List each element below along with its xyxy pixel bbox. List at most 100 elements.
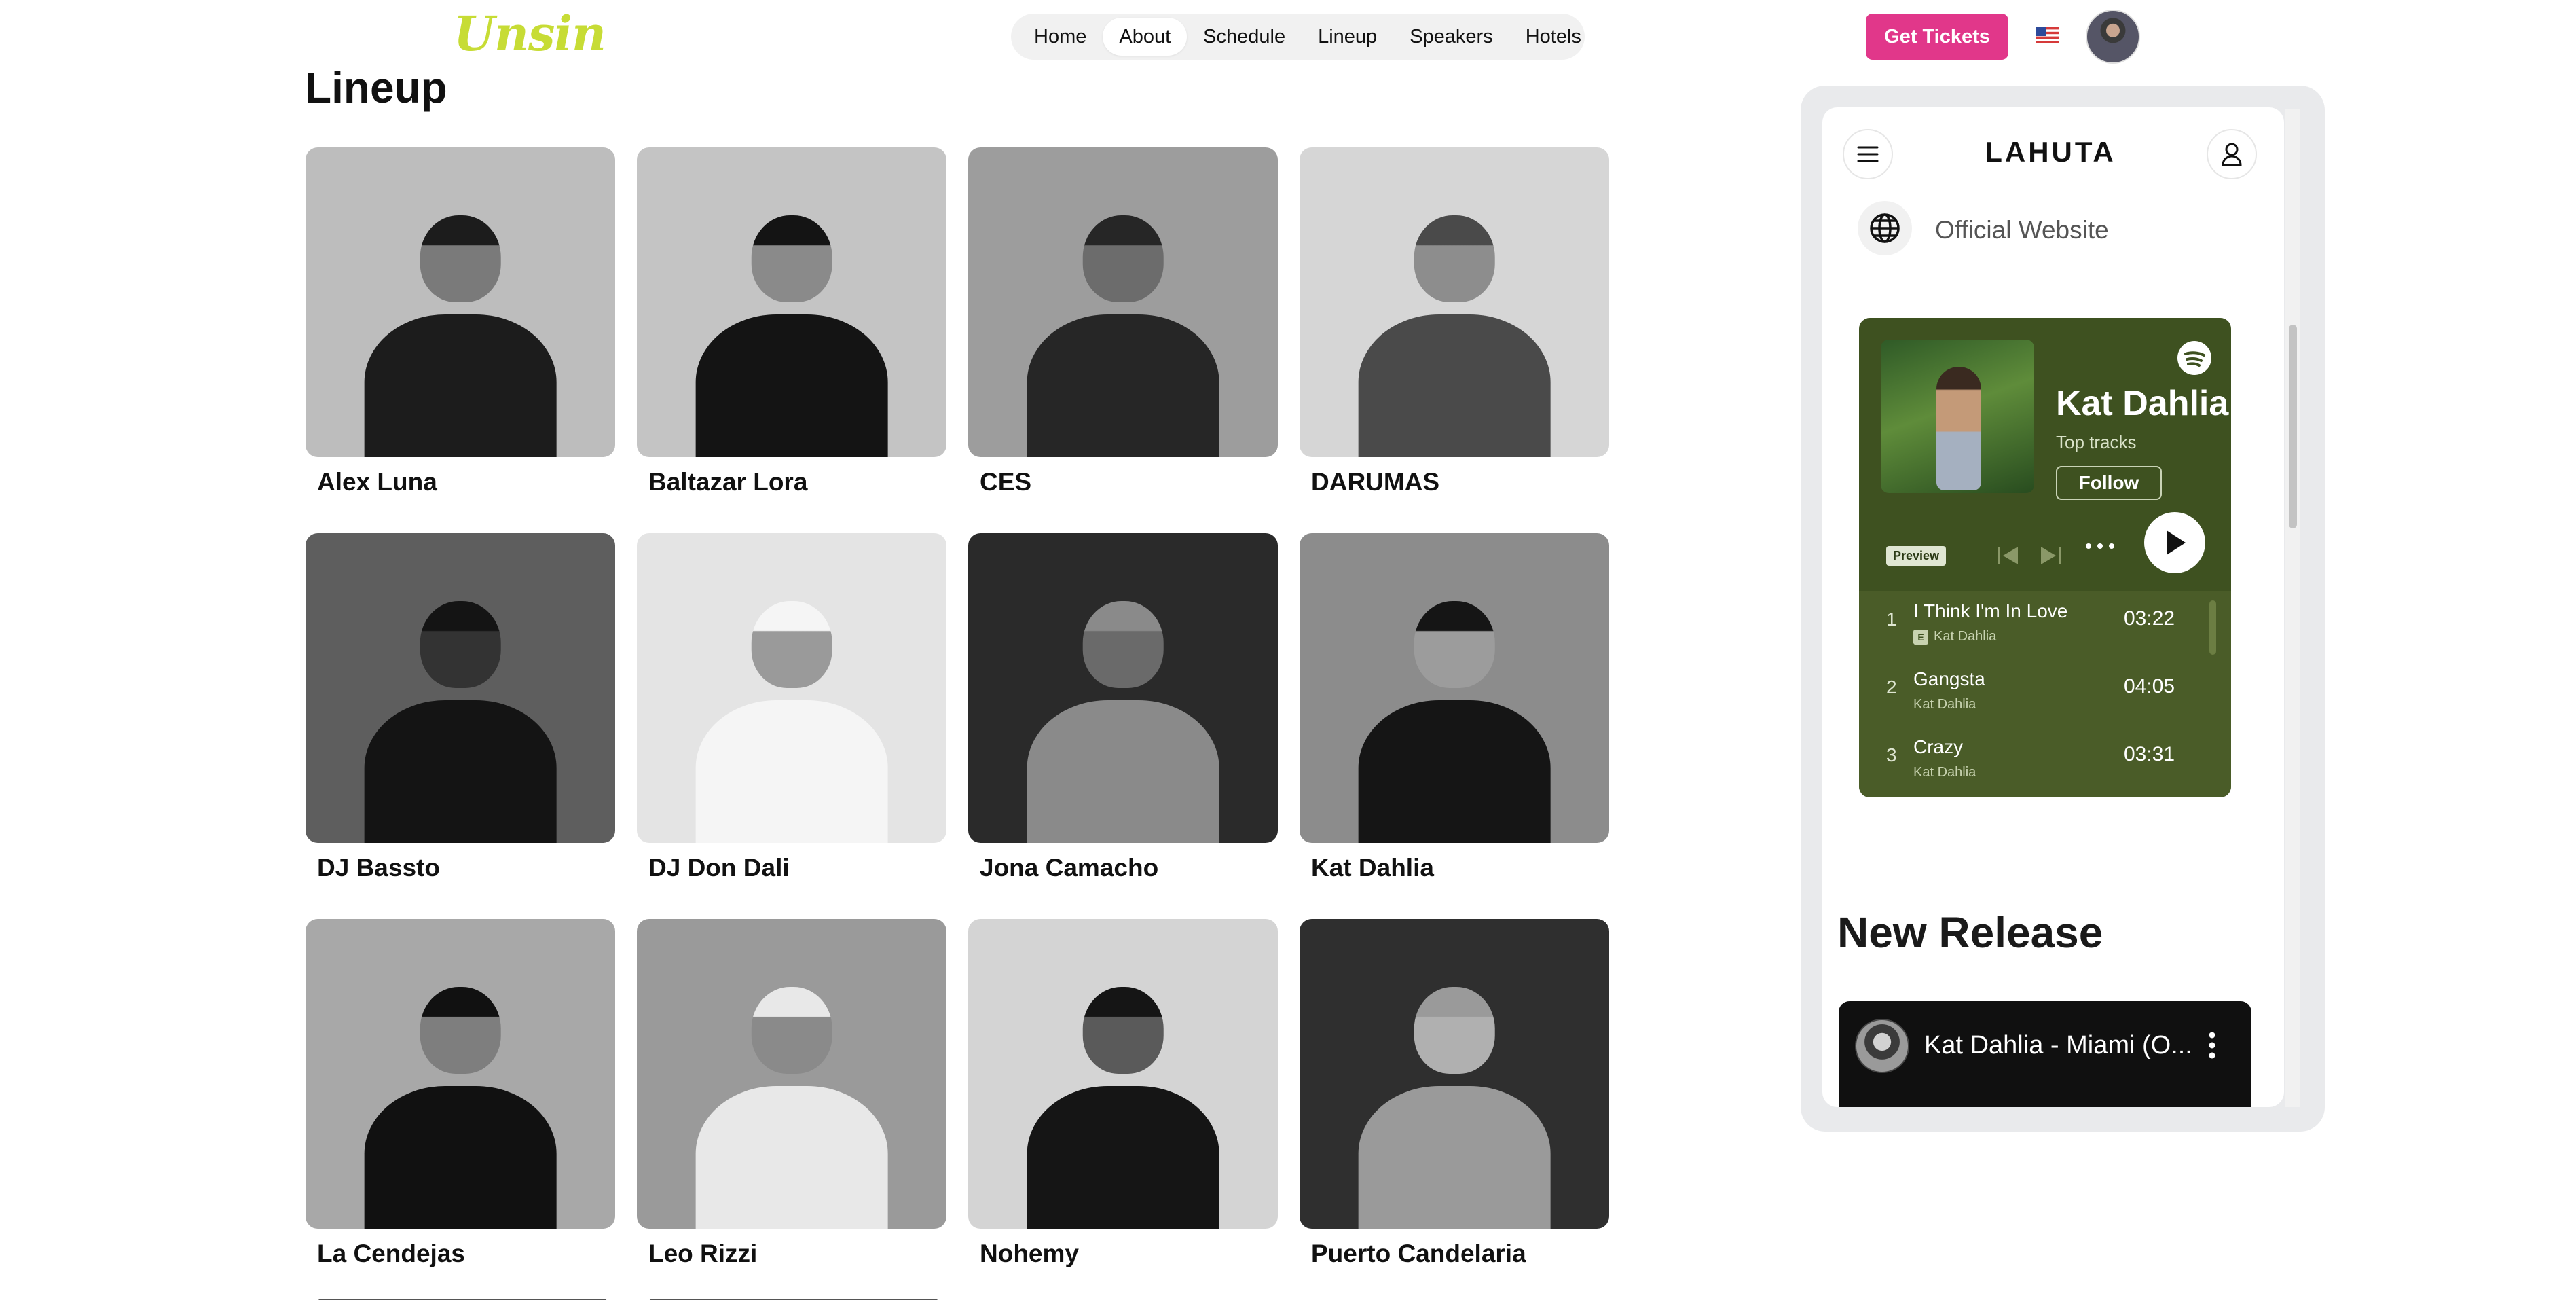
track-title: I Think I'm In Love <box>1913 600 2068 621</box>
artist-figure <box>364 314 557 457</box>
artist-card[interactable]: Leo Rizzi <box>637 919 946 1300</box>
artist-head <box>751 987 832 1074</box>
nav-lineup[interactable]: Lineup <box>1302 18 1393 56</box>
artist-card[interactable]: CES <box>968 147 1278 533</box>
official-website-link[interactable]: Official Website <box>1935 216 2109 245</box>
main-nav: Home About Schedule Lineup Speakers Hote… <box>1011 14 1585 60</box>
youtube-embed[interactable]: Kat Dahlia - Miami (O... <box>1839 1001 2251 1107</box>
track-title: Crazy <box>1913 736 1964 757</box>
artist-name[interactable]: DJ Don Dali <box>637 854 946 882</box>
artist-name[interactable]: Baltazar Lora <box>637 468 946 496</box>
track-number: 2 <box>1886 676 1897 698</box>
nav-schedule[interactable]: Schedule <box>1187 18 1302 56</box>
track-row[interactable]: 2 Gangsta Kat Dahlia 04:05 <box>1859 662 2231 727</box>
artist-head <box>1082 215 1164 302</box>
artist-photo[interactable] <box>306 147 615 457</box>
artist-card[interactable]: Puerto Candelaria <box>1300 919 1609 1300</box>
user-avatar[interactable] <box>2086 10 2140 64</box>
artist-photo[interactable] <box>968 533 1278 843</box>
next-track-icon[interactable] <box>2040 545 2063 566</box>
us-flag-icon[interactable] <box>2036 27 2059 43</box>
video-title[interactable]: Kat Dahlia - Miami (O... <box>1924 1031 2192 1060</box>
lineup-grid: Alex Luna Baltazar Lora CES DARUMAS DJ Basst… <box>306 147 1609 1300</box>
artist-card[interactable]: La Cendejas <box>306 919 615 1300</box>
artist-photo[interactable] <box>1300 147 1609 457</box>
nav-hotels[interactable]: Hotels <box>1509 18 1598 56</box>
track-row[interactable]: 1 I Think I'm In Love E Kat Dahlia 03:22 <box>1859 594 2231 659</box>
globe-icon[interactable] <box>1858 201 1912 255</box>
artist-card[interactable]: Baltazar Lora <box>637 147 946 533</box>
artist-card[interactable]: DARUMAS <box>1300 147 1609 533</box>
get-tickets-button[interactable]: Get Tickets <box>1866 14 2008 60</box>
hamburger-menu-icon[interactable] <box>1843 129 1893 179</box>
nav-speakers[interactable]: Speakers <box>1393 18 1509 56</box>
artist-name[interactable]: La Cendejas <box>306 1240 615 1268</box>
spotify-icon[interactable] <box>2177 341 2211 375</box>
kebab-menu-icon[interactable] <box>2198 1028 2226 1062</box>
artist-name[interactable]: DJ Bassto <box>306 854 615 882</box>
artist-figure <box>1027 314 1219 457</box>
site-logo[interactable]: Unsin <box>454 5 606 62</box>
artist-name[interactable]: Jona Camacho <box>968 854 1278 882</box>
artist-photo[interactable] <box>968 919 1278 1229</box>
artist-head <box>1082 601 1164 688</box>
artist-card[interactable]: Jona Camacho <box>968 533 1278 919</box>
new-release-heading: New Release <box>1837 908 2103 957</box>
track-row[interactable]: 3 Crazy Kat Dahlia 03:31 <box>1859 729 2231 795</box>
artist-name[interactable]: Puerto Candelaria <box>1300 1240 1609 1268</box>
channel-avatar[interactable] <box>1855 1019 1909 1073</box>
track-artist-name: Kat Dahlia <box>1913 765 1976 780</box>
spotify-artist-name[interactable]: Kat Dahlia <box>2056 383 2228 424</box>
track-artist: E Kat Dahlia <box>1913 629 1996 645</box>
artist-photo[interactable] <box>968 147 1278 457</box>
artist-photo[interactable] <box>637 147 946 457</box>
artist-card[interactable]: Kat Dahlia <box>1300 533 1609 919</box>
phone-scrollbar-thumb[interactable] <box>2289 325 2297 528</box>
artist-name[interactable]: Leo Rizzi <box>637 1240 946 1268</box>
artist-photo[interactable] <box>1300 533 1609 843</box>
explicit-badge: E <box>1913 629 1928 645</box>
play-button[interactable] <box>2144 512 2205 573</box>
artist-card[interactable]: DJ Don Dali <box>637 533 946 919</box>
artist-photo[interactable] <box>306 533 615 843</box>
artist-head <box>420 215 501 302</box>
nav-about[interactable]: About <box>1103 18 1188 56</box>
artist-name[interactable]: Alex Luna <box>306 468 615 496</box>
artist-name[interactable]: Kat Dahlia <box>1300 854 1609 882</box>
artist-photo[interactable] <box>306 919 615 1229</box>
artist-head <box>751 215 832 302</box>
phone-brand[interactable]: LAHUTA <box>1969 136 2132 168</box>
more-options-icon[interactable] <box>2084 542 2116 550</box>
artist-card[interactable]: Alex Luna <box>306 147 615 533</box>
artist-name[interactable]: DARUMAS <box>1300 468 1609 496</box>
phone-scrollbar[interactable] <box>2285 109 2300 1107</box>
artist-figure <box>1027 1086 1219 1229</box>
track-number: 1 <box>1886 609 1897 630</box>
artist-card[interactable]: Nohemy <box>968 919 1278 1300</box>
artist-photo[interactable] <box>637 533 946 843</box>
track-list: 1 I Think I'm In Love E Kat Dahlia 03:22… <box>1859 591 2231 797</box>
track-duration: 03:22 <box>2124 607 2175 630</box>
track-artist-name: Kat Dahlia <box>1934 629 1997 644</box>
track-number: 3 <box>1886 744 1897 765</box>
artist-card[interactable]: DJ Bassto <box>306 533 615 919</box>
artist-name[interactable]: Nohemy <box>968 1240 1278 1268</box>
artist-photo[interactable] <box>637 919 946 1229</box>
artist-photo[interactable] <box>1300 919 1609 1229</box>
artist-figure <box>1358 1086 1551 1229</box>
artist-figure <box>364 1086 557 1229</box>
play-icon <box>2167 530 2186 555</box>
nav-home[interactable]: Home <box>1018 18 1103 56</box>
artist-figure <box>1358 314 1551 457</box>
account-icon[interactable] <box>2207 129 2257 179</box>
artist-name[interactable]: CES <box>968 468 1278 496</box>
previous-track-icon[interactable] <box>1996 545 2019 566</box>
follow-button[interactable]: Follow <box>2056 466 2162 500</box>
artist-head <box>420 601 501 688</box>
artist-head <box>1414 987 1495 1074</box>
spotify-embed: Kat Dahlia Top tracks Follow Preview 1 I… <box>1859 318 2231 797</box>
preview-badge: Preview <box>1886 546 1947 566</box>
track-artist-name: Kat Dahlia <box>1913 697 1976 712</box>
artist-head <box>1414 601 1495 688</box>
artist-head <box>751 601 832 688</box>
